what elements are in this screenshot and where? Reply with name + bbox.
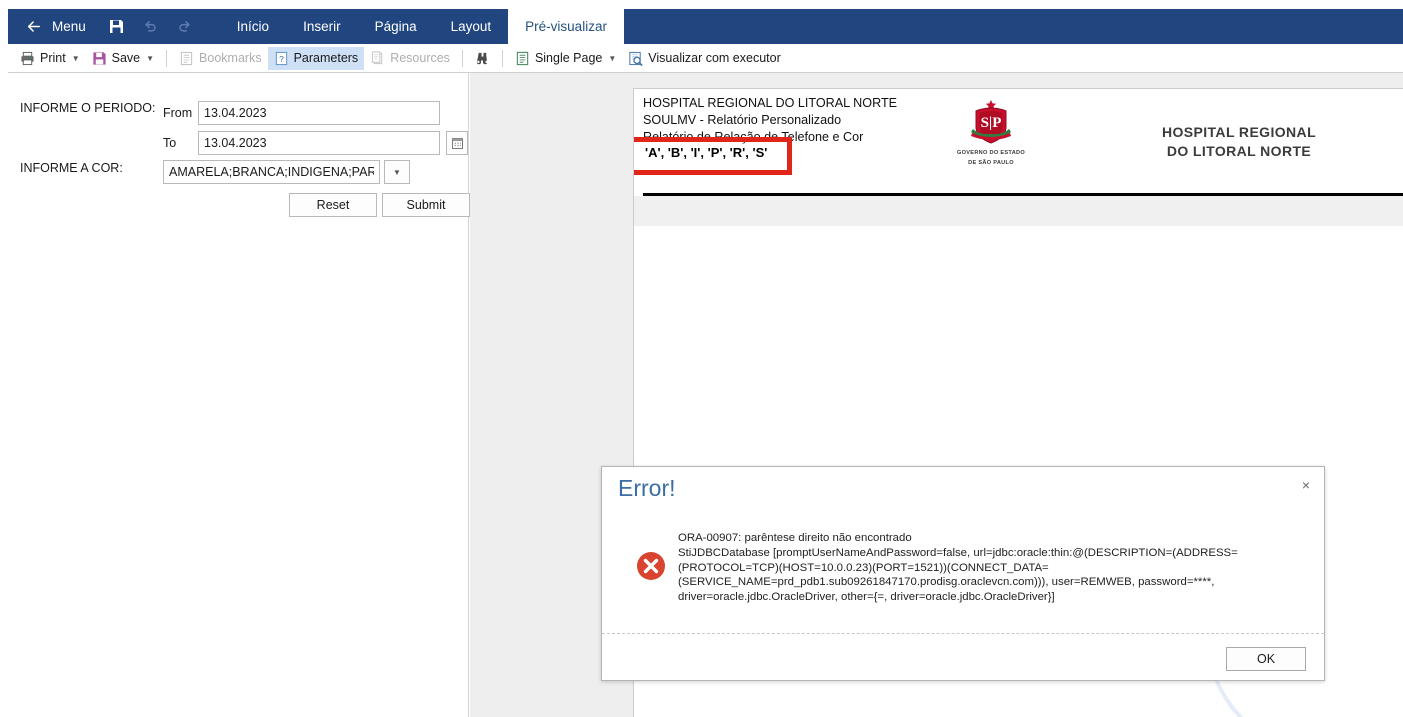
single-page-label: Single Page — [534, 51, 603, 65]
chevron-down-icon[interactable]: ▼ — [608, 55, 616, 63]
toolbar-divider — [166, 49, 168, 67]
annotation-highlight-box — [634, 137, 792, 175]
hospital-logo-line1: HOSPITAL REGIONAL — [1161, 124, 1317, 140]
date-to-input[interactable] — [198, 131, 440, 155]
tab-pre-visualizar[interactable]: Pré-visualizar — [508, 9, 624, 44]
save-button[interactable]: Save ▼ — [86, 47, 160, 70]
submit-button[interactable]: Submit — [382, 193, 470, 217]
ribbon-bar: Menu Início Inserir Página Layout Pré-vi… — [8, 9, 1403, 44]
chevron-down-icon[interactable]: ▼ — [146, 55, 154, 63]
svg-text:S|P: S|P — [981, 115, 1002, 131]
tab-layout[interactable]: Layout — [434, 9, 509, 44]
color-row: ▼ — [163, 160, 410, 184]
parameters-button[interactable]: ? Parameters — [267, 46, 365, 70]
application-window: Menu Início Inserir Página Layout Pré-vi… — [0, 0, 1403, 717]
dialog-separator — [602, 633, 1324, 634]
error-dialog-title: Error! — [618, 475, 676, 501]
parameters-icon: ? — [274, 51, 289, 66]
reset-button[interactable]: Reset — [289, 193, 377, 217]
ribbon-left-group: Menu — [8, 9, 202, 44]
back-arrow-icon[interactable] — [18, 9, 48, 44]
date-from-input[interactable] — [198, 101, 440, 125]
print-label: Print — [40, 51, 66, 65]
resources-button: Resources — [364, 47, 456, 70]
single-page-button[interactable]: Single Page ▼ — [509, 47, 622, 70]
tab-pagina[interactable]: Página — [358, 9, 434, 44]
bookmarks-label: Bookmarks — [199, 51, 262, 65]
parameters-panel: INFORME O PERIODO: From To INFORME A COR… — [8, 73, 470, 717]
error-message-text: ORA-00907: parêntese direito não encontr… — [678, 532, 1238, 604]
binoculars-icon — [475, 51, 490, 66]
resources-label: Resources — [390, 51, 450, 65]
from-row: From — [163, 101, 440, 125]
emblem-caption-line1: GOVERNO DO ESTADO — [956, 150, 1026, 156]
error-circle-icon — [636, 551, 666, 581]
period-label: INFORME O PERIODO: — [20, 101, 156, 115]
error-dialog: Error! × ORA-00907: parêntese direito nã… — [601, 466, 1325, 681]
parameters-label: Parameters — [293, 51, 359, 65]
undo-icon — [134, 9, 168, 44]
resources-icon — [370, 50, 385, 66]
preview-executor-icon — [628, 51, 643, 66]
report-column-header-band — [634, 196, 1403, 226]
sao-paulo-coat-of-arms: S|P GOVERNO DO ESTADO DE SÃO PAULO — [952, 97, 1030, 167]
action-row: Reset Submit — [289, 193, 470, 217]
bookmarks-button: Bookmarks — [173, 47, 268, 70]
from-label: From — [163, 106, 193, 120]
color-label: INFORME A COR: — [20, 161, 123, 175]
color-row-label: INFORME A COR: — [20, 161, 123, 175]
viewer-button[interactable]: Visualizar com executor — [622, 47, 786, 70]
close-icon[interactable]: × — [1298, 476, 1314, 494]
viewer-label: Visualizar com executor — [648, 51, 781, 65]
ribbon-tabs: Início Inserir Página Layout Pré-visuali… — [220, 9, 624, 44]
redo-icon — [168, 9, 202, 44]
ok-button[interactable]: OK — [1226, 647, 1306, 671]
tab-inserir[interactable]: Inserir — [286, 9, 358, 44]
save-icon — [92, 51, 107, 66]
chevron-down-icon[interactable]: ▼ — [384, 160, 410, 184]
page-view-icon — [515, 51, 530, 66]
toolbar-divider — [501, 49, 503, 67]
color-select-input[interactable] — [163, 160, 380, 184]
find-button[interactable] — [469, 47, 496, 70]
bookmarks-icon — [179, 51, 194, 66]
save-label: Save — [111, 51, 141, 65]
report-header-line1: HOSPITAL REGIONAL DO LITORAL NORTE — [643, 96, 898, 110]
menu-button[interactable]: Menu — [48, 9, 100, 44]
printer-icon — [20, 51, 35, 66]
period-row: INFORME O PERIODO: — [20, 101, 155, 115]
hospital-logo-text: HOSPITAL REGIONAL DO LITORAL NORTE — [1124, 123, 1354, 161]
svg-text:?: ? — [279, 53, 284, 63]
tab-inicio[interactable]: Início — [220, 9, 286, 44]
chevron-down-icon[interactable]: ▼ — [72, 55, 80, 63]
toolbar-divider — [461, 49, 463, 67]
to-row: To — [163, 131, 468, 155]
hospital-logo-line2: DO LITORAL NORTE — [1166, 143, 1312, 159]
save-icon[interactable] — [100, 9, 134, 44]
emblem-caption-line2: DE SÃO PAULO — [968, 160, 1014, 166]
print-button[interactable]: Print ▼ — [14, 47, 86, 70]
to-label: To — [163, 136, 177, 150]
report-header-line2: SOULMV - Relatório Personalizado — [643, 113, 842, 127]
calendar-icon[interactable] — [446, 131, 468, 155]
preview-toolbar: Print ▼ Save ▼ Bookmarks ? Parameters Re… — [8, 44, 1403, 73]
